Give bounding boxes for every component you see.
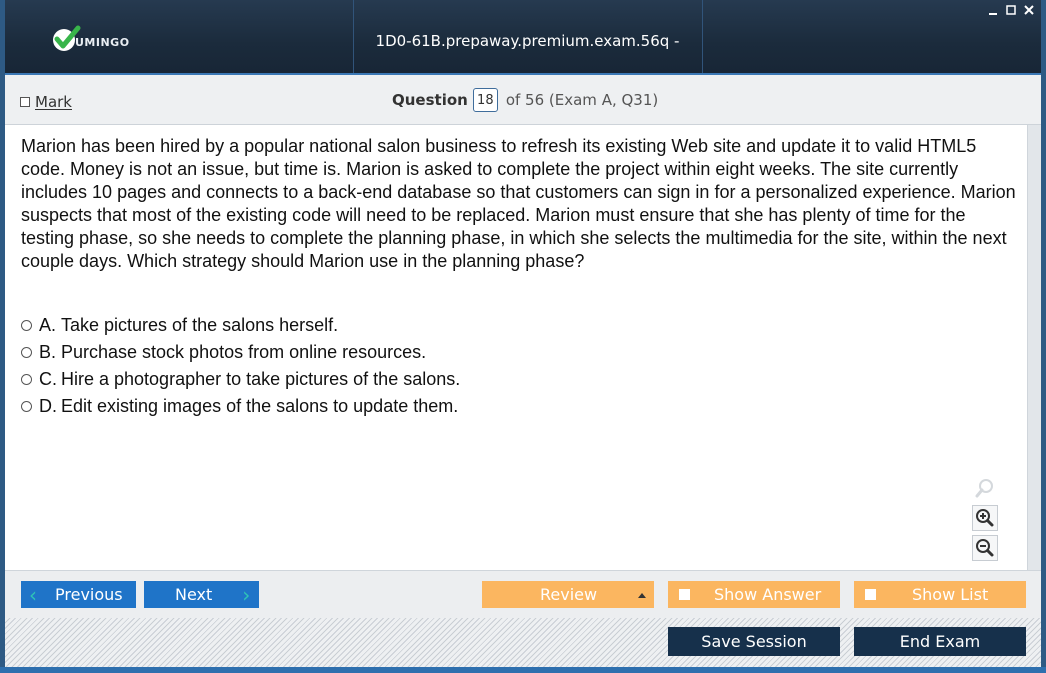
question-label: Question: [392, 91, 468, 109]
close-icon[interactable]: [1023, 4, 1035, 16]
previous-label: Previous: [55, 585, 123, 604]
show-list-label: Show List: [912, 585, 989, 604]
show-list-button[interactable]: Show List: [854, 581, 1026, 608]
radio-button-icon[interactable]: [21, 347, 32, 358]
zoom-out-icon[interactable]: [972, 535, 998, 561]
mark-checkbox[interactable]: Mark: [20, 93, 72, 111]
answer-option-b[interactable]: B. Purchase stock photos from online res…: [21, 339, 460, 366]
navigation-bar: ‹ Previous Next › Review Show Answer Sho…: [5, 570, 1041, 618]
window-title: 1D0-61B.prepaway.premium.exam.56q - Exam…: [375, 32, 680, 132]
previous-button[interactable]: ‹ Previous: [21, 581, 136, 608]
save-session-button[interactable]: Save Session: [668, 627, 840, 656]
answer-letter: C.: [39, 369, 57, 389]
question-header: Mark Question 18 of 56 (Exam A, Q31): [5, 75, 1041, 125]
review-button[interactable]: Review: [482, 581, 654, 608]
mark-label: Mark: [35, 93, 72, 111]
end-exam-button[interactable]: End Exam: [854, 627, 1026, 656]
answer-list: A. Take pictures of the salons herself. …: [21, 312, 460, 420]
show-answer-checkbox[interactable]: [679, 589, 690, 600]
window-frame-bottom: [0, 667, 1046, 673]
question-number-indicator: Question 18 of 56 (Exam A, Q31): [392, 88, 658, 112]
radio-button-icon[interactable]: [21, 320, 32, 331]
zoom-reset-icon[interactable]: [972, 475, 998, 501]
radio-button-icon[interactable]: [21, 374, 32, 385]
answer-letter: B.: [39, 342, 57, 362]
maximize-icon[interactable]: [1005, 4, 1017, 16]
show-answer-button[interactable]: Show Answer: [668, 581, 840, 608]
next-button[interactable]: Next ›: [144, 581, 259, 608]
question-number-input[interactable]: 18: [472, 88, 498, 112]
question-total: of 56 (Exam A, Q31): [505, 91, 659, 109]
title-bar: UMINGO 1D0-61B.prepaway.premium.exam.56q…: [5, 0, 1041, 132]
zoom-tools: [972, 475, 1002, 565]
exam-player-window: UMINGO 1D0-61B.prepaway.premium.exam.56q…: [0, 0, 1046, 673]
answer-text: Take pictures of the salons herself.: [61, 315, 339, 335]
review-label: Review: [540, 585, 598, 604]
next-label: Next: [175, 585, 213, 604]
vertical-scrollbar[interactable]: [1027, 125, 1041, 570]
question-content: Marion has been hired by a popular natio…: [5, 125, 1027, 570]
caret-up-icon[interactable]: [637, 591, 647, 599]
question-text: Marion has been hired by a popular natio…: [21, 136, 1016, 271]
show-answer-label: Show Answer: [714, 585, 822, 604]
answer-text: Edit existing images of the salons to up…: [61, 396, 459, 416]
answer-letter: A.: [39, 315, 57, 335]
title-separator: [353, 0, 354, 73]
zoom-in-icon[interactable]: [972, 505, 998, 531]
radio-button-icon[interactable]: [21, 401, 32, 412]
chevron-left-icon: ‹: [29, 582, 37, 607]
session-bar: Save Session End Exam: [5, 618, 1041, 667]
answer-option-c[interactable]: C. Hire a photographer to take pictures …: [21, 366, 460, 393]
chevron-right-icon: ›: [242, 582, 251, 607]
window-controls: [987, 4, 1035, 16]
answer-option-d[interactable]: D. Edit existing images of the salons to…: [21, 393, 460, 420]
mark-checkbox-box[interactable]: [20, 97, 30, 107]
minimize-icon[interactable]: [987, 4, 999, 16]
answer-option-a[interactable]: A. Take pictures of the salons herself.: [21, 312, 460, 339]
show-list-checkbox[interactable]: [865, 589, 876, 600]
logo-text: UMINGO: [75, 35, 130, 49]
title-separator: [702, 0, 703, 73]
answer-text: Hire a photographer to take pictures of …: [61, 369, 461, 389]
vumingo-logo: UMINGO: [51, 24, 130, 54]
window-frame-right: [1041, 0, 1046, 673]
answer-letter: D.: [39, 396, 57, 416]
answer-text: Purchase stock photos from online resour…: [61, 342, 427, 362]
